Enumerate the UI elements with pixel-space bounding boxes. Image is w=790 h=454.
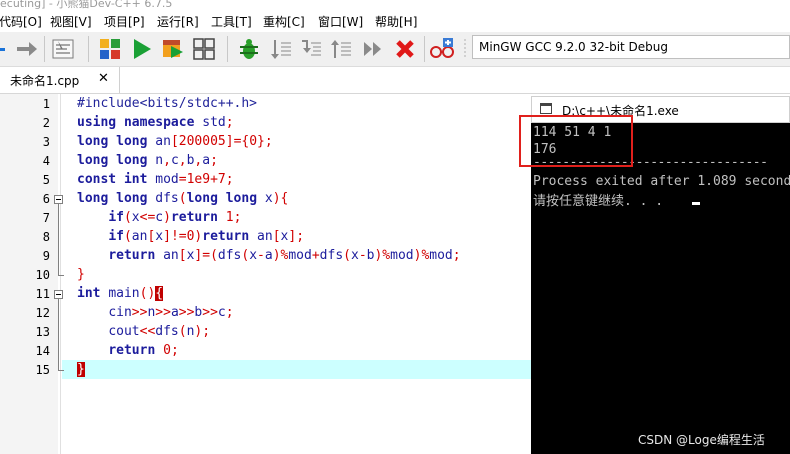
format-code-icon[interactable]: [50, 36, 76, 62]
console-app-icon: [540, 103, 552, 114]
menu-help[interactable]: 帮助[H]: [375, 13, 417, 30]
tab-file[interactable]: 未命名1.cpp ✕: [0, 67, 120, 93]
menu-view[interactable]: 视图[V]: [50, 13, 92, 30]
line-number: 5: [42, 173, 50, 187]
code-line: }: [77, 362, 85, 377]
line-number: 10: [35, 268, 50, 282]
line-number: 8: [42, 230, 50, 244]
menu-tools[interactable]: 工具[T]: [211, 13, 252, 30]
fold-toggle-icon[interactable]: [54, 290, 63, 299]
code-line: int main(){: [77, 286, 164, 301]
line-number: 15: [35, 363, 50, 377]
highlight-annotation-box: [519, 115, 633, 167]
console-output-line: Process exited after 1.089 seconds: [533, 174, 790, 189]
menu-code[interactable]: 代码[O]: [0, 13, 42, 30]
code-line: long long dfs(long long x){: [77, 191, 289, 206]
menu-project[interactable]: 项目[P]: [104, 13, 145, 30]
code-line: cin>>n>>a>>b>>c;: [108, 305, 234, 320]
code-line: return an[x]=(dfs(x-a)%mod+dfs(x-b)%mod)…: [108, 248, 461, 263]
compile-icon[interactable]: [97, 36, 123, 62]
close-icon[interactable]: ✕: [98, 71, 109, 86]
fold-toggle-icon[interactable]: [54, 195, 63, 204]
code-line: const int mod=1e9+7;: [77, 172, 234, 187]
line-number: 11: [35, 287, 50, 301]
forward-arrow-icon[interactable]: [14, 36, 40, 62]
console-cursor: [692, 202, 700, 205]
code-line: #include<bits/stdc++.h>: [77, 96, 258, 111]
window-title-bar: ecuting] - 小熊猫Dev-C++ 6.7.5: [0, 0, 790, 10]
line-number: 14: [35, 344, 50, 358]
window-title: ecuting] - 小熊猫Dev-C++ 6.7.5: [0, 0, 173, 10]
line-number: 6: [42, 192, 50, 206]
step-over-icon[interactable]: [268, 36, 294, 62]
code-line: return 0;: [108, 343, 179, 358]
toolbar-separator: [424, 36, 425, 62]
code-line: long long an[200005]={0};: [77, 134, 273, 149]
run-icon[interactable]: [129, 36, 155, 62]
code-line: long long n,c,b,a;: [77, 153, 218, 168]
tab-file-label: 未命名1.cpp: [10, 74, 80, 88]
line-number: 3: [42, 135, 50, 149]
code-line: if(x<=c)return 1;: [108, 210, 242, 225]
toolbar-grip: [462, 36, 468, 62]
fold-line: [58, 204, 59, 276]
line-number: 9: [42, 249, 50, 263]
line-number: 2: [42, 116, 50, 130]
toolbar: MinGW GCC 9.2.0 32-bit Debug: [0, 32, 790, 67]
rebuild-all-icon[interactable]: [191, 36, 217, 62]
fold-end-marker: [58, 370, 64, 371]
compiler-select-value: MinGW GCC 9.2.0 32-bit Debug: [479, 40, 669, 54]
editor-tab-bar: 未命名1.cpp ✕: [0, 67, 790, 94]
code-line: if(an[x]!=0)return an[x];: [108, 229, 305, 244]
code-line: }: [77, 267, 85, 282]
line-number: 7: [42, 211, 50, 225]
line-number: 12: [35, 306, 50, 320]
menu-run[interactable]: 运行[R]: [157, 13, 199, 30]
console-output-line: 请按任意键继续. . .: [533, 194, 664, 209]
menu-bar: 代码[O] 视图[V] 项目[P] 运行[R] 工具[T] 重构[C] 窗口[W…: [0, 10, 790, 32]
toolbar-separator: [227, 36, 228, 62]
toolbar-separator: [44, 36, 45, 62]
fold-line: [58, 299, 59, 371]
debug-icon[interactable]: [236, 36, 262, 62]
step-into-icon[interactable]: [298, 36, 324, 62]
line-number: 13: [35, 325, 50, 339]
menu-window[interactable]: 窗口[W]: [318, 13, 363, 30]
line-number: 1: [42, 97, 50, 111]
gutter-divider: [60, 94, 61, 454]
toolbar-separator: [88, 36, 89, 62]
current-line-highlight: [62, 360, 532, 379]
line-number: 4: [42, 154, 50, 168]
code-editor[interactable]: 1 2 3 4 5 6 7 8 9 10 11 12 13 14 15 #inc…: [0, 94, 532, 454]
profile-icon[interactable]: [429, 36, 455, 62]
stop-icon[interactable]: [392, 36, 418, 62]
compiler-select[interactable]: MinGW GCC 9.2.0 32-bit Debug: [472, 35, 790, 59]
watermark: CSDN @Loge编程生活: [638, 433, 765, 447]
fold-end-marker: [58, 275, 64, 276]
code-line: using namespace std;: [77, 115, 234, 130]
step-out-icon[interactable]: [328, 36, 354, 62]
continue-icon[interactable]: [360, 36, 386, 62]
compile-run-icon[interactable]: [160, 36, 186, 62]
menu-refactor[interactable]: 重构[C]: [263, 13, 305, 30]
code-line: cout<<dfs(n);: [108, 324, 211, 339]
